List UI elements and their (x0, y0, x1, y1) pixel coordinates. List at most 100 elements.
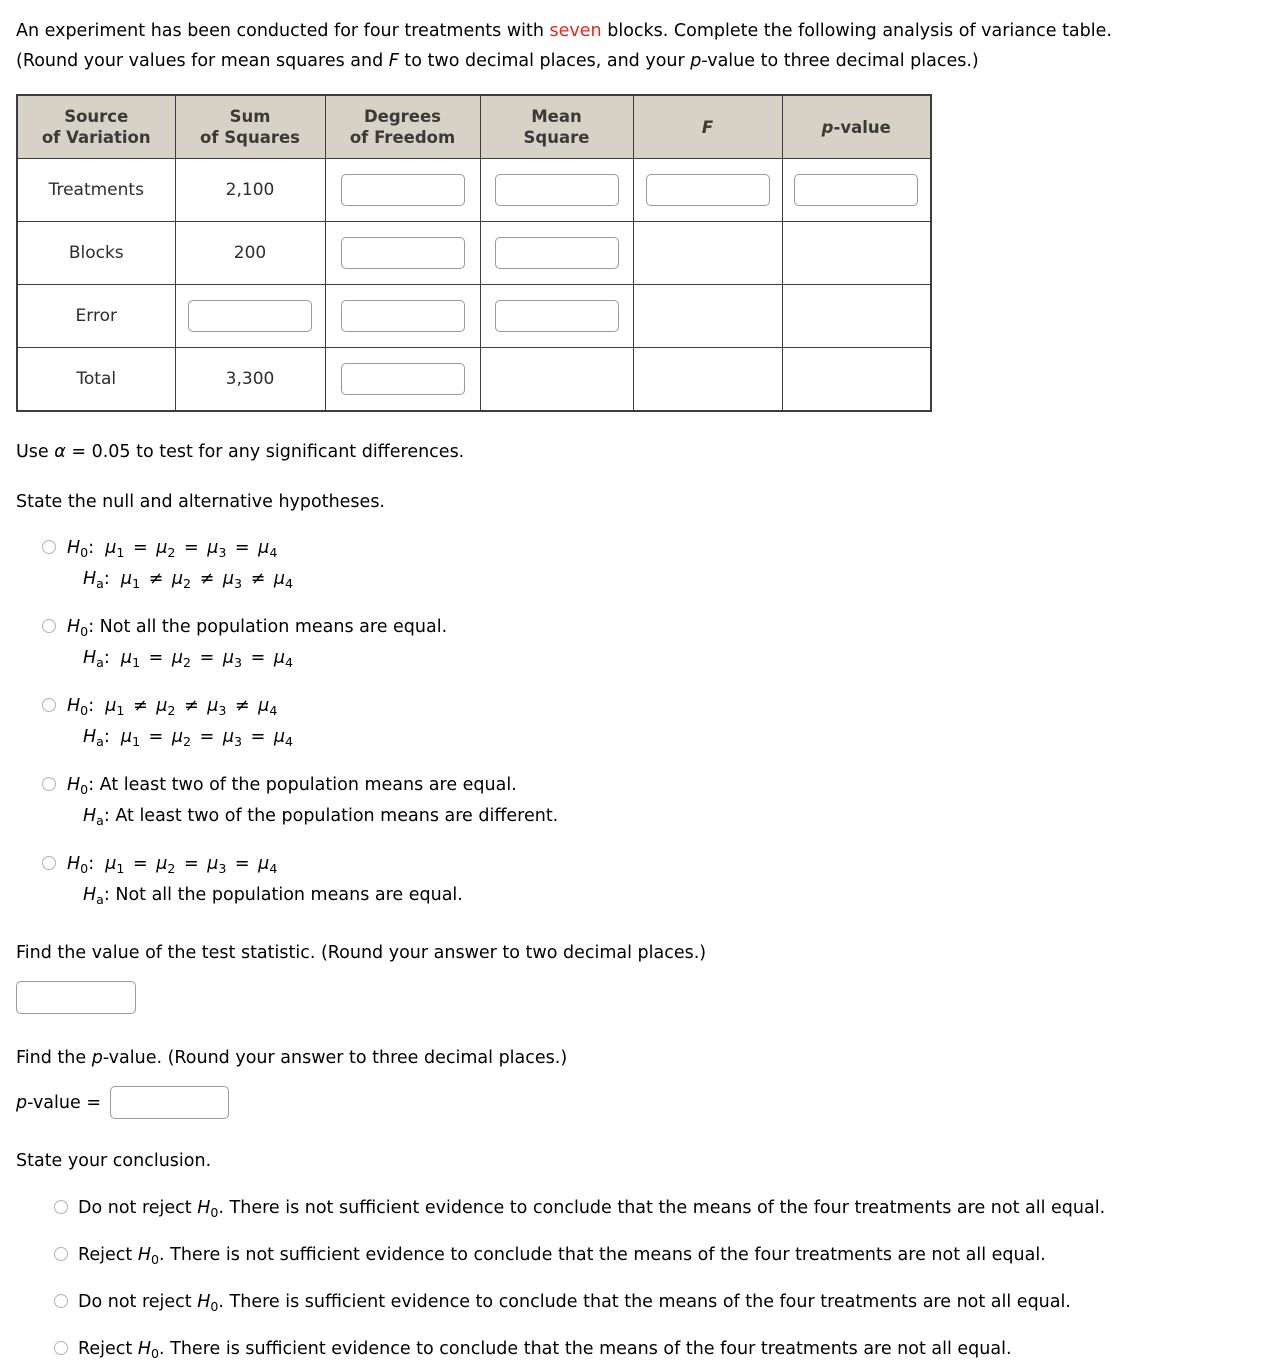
total-ms-cell (479, 347, 634, 412)
conclusion-label: State your conclusion. (16, 1151, 212, 1171)
blocks-df-input[interactable] (340, 237, 465, 269)
treatments-p-cell (781, 158, 932, 222)
ha-line: Ha: μ1 = μ2 = μ3 = μ4 (83, 727, 294, 750)
blocks-ms-cell (479, 221, 634, 285)
hypothesis-option-1[interactable]: H0: μ1 = μ2 = μ3 = μ4 Ha: μ1 ≠ μ2 ≠ μ3 ≠… (16, 533, 1266, 595)
table-row: Treatments 2,100 (16, 158, 932, 222)
column-header-ss-line1: Sum (229, 107, 271, 126)
column-header-ms-line2: Square (523, 128, 590, 147)
h0-line: H0: At least two of the population means… (67, 775, 517, 798)
alpha-instruction: Use α = 0.05 to test for any significant… (16, 438, 1266, 466)
error-sum-of-squares-input[interactable] (188, 300, 312, 332)
total-df-cell (324, 347, 481, 412)
p-value-input[interactable] (109, 1086, 229, 1119)
conclusion-option-2[interactable]: Reject H0. There is not sufficient evide… (16, 1242, 1266, 1269)
radio-button-icon[interactable] (42, 777, 56, 791)
blocks-p-cell (781, 221, 932, 285)
error-f-cell (632, 284, 783, 348)
intro-text-part2: blocks. Complete the following analysis … (601, 21, 1112, 41)
column-header-p-rest: -value (833, 117, 891, 137)
column-header-ss-line2: of Squares (200, 128, 300, 147)
radio-button-icon[interactable] (54, 1200, 68, 1214)
p-value-input-row: p-value = (16, 1086, 1266, 1119)
hypothesis-option-5-body: H0: μ1 = μ2 = μ3 = μ4 Ha: Not all the po… (67, 849, 463, 911)
total-f-cell (632, 347, 783, 412)
radio-button-icon[interactable] (42, 856, 56, 870)
column-header-ms-line1: Mean (531, 107, 582, 126)
treatments-f-cell (632, 158, 783, 222)
hypothesis-option-2[interactable]: H0: Not all the population means are equ… (16, 612, 1266, 674)
column-header-df-line1: Degrees (363, 107, 442, 126)
test-statistic-input[interactable] (16, 981, 136, 1014)
rounding-note-p-symbol: p (690, 51, 702, 71)
row-label-treatments: Treatments (16, 158, 176, 222)
rounding-note-c: -value to three decimal places.) (701, 51, 979, 71)
column-header-source: Source of Variation (16, 94, 176, 159)
p-value-prompt-symbol: p (91, 1048, 103, 1068)
radio-button-icon[interactable] (42, 619, 56, 633)
intro-text-part1: An experiment has been conducted for fou… (16, 21, 550, 41)
error-df-cell (324, 284, 481, 348)
h0-line: H0: μ1 = μ2 = μ3 = μ4 (67, 538, 278, 561)
test-statistic-prompt: Find the value of the test statistic. (R… (16, 943, 707, 963)
row-label-total: Total (16, 347, 176, 412)
radio-button-icon[interactable] (42, 540, 56, 554)
treatments-f-input[interactable] (645, 174, 770, 206)
p-value-label: p-value = (16, 1092, 101, 1113)
radio-button-icon[interactable] (54, 1247, 68, 1261)
treatments-p-value-input[interactable] (794, 174, 919, 206)
total-p-cell (781, 347, 932, 412)
column-header-mean-square: Mean Square (479, 94, 634, 159)
h0-line: H0: μ1 ≠ μ2 ≠ μ3 ≠ μ4 (67, 696, 278, 719)
hypothesis-option-4[interactable]: H0: At least two of the population means… (16, 770, 1266, 832)
column-header-source-line2: of Variation (41, 128, 151, 147)
anova-table: Source of Variation Sum of Squares Degre… (16, 94, 932, 412)
radio-button-icon[interactable] (42, 698, 56, 712)
hypothesis-option-4-body: H0: At least two of the population means… (67, 770, 558, 832)
column-header-sum-of-squares: Sum of Squares (174, 94, 326, 159)
table-header-row: Source of Variation Sum of Squares Degre… (16, 94, 932, 159)
ha-line: Ha: At least two of the population means… (83, 806, 559, 829)
blocks-f-cell (632, 221, 783, 285)
anova-table-container: Source of Variation Sum of Squares Degre… (16, 94, 1266, 412)
error-ss-cell (174, 284, 326, 348)
total-df-input[interactable] (340, 363, 465, 395)
total-sum-of-squares-value: 3,300 (174, 347, 326, 412)
p-value-prompt: Find the p-value. (Round your answer to … (16, 1044, 1266, 1072)
conclusion-option-4[interactable]: Reject H0. There is sufficient evidence … (16, 1336, 1266, 1363)
treatments-df-input[interactable] (340, 174, 465, 206)
conclusion-option-2-body: Reject H0. There is not sufficient evide… (78, 1245, 1046, 1268)
error-mean-square-input[interactable] (494, 300, 619, 332)
table-row: Total 3,300 (16, 347, 932, 412)
column-header-p-symbol: p (821, 117, 834, 137)
conclusion-option-1[interactable]: Do not reject H0. There is not sufficien… (16, 1195, 1266, 1222)
state-hypotheses-label: State the null and alternative hypothese… (16, 492, 385, 512)
table-row: Blocks 200 (16, 221, 932, 285)
hypothesis-option-5[interactable]: H0: μ1 = μ2 = μ3 = μ4 Ha: Not all the po… (16, 849, 1266, 911)
treatments-mean-square-input[interactable] (494, 174, 619, 206)
test-statistic-input-row (16, 981, 1266, 1014)
hypothesis-option-3-body: H0: μ1 ≠ μ2 ≠ μ3 ≠ μ4 Ha: μ1 = μ2 = μ3 =… (67, 691, 293, 753)
hypothesis-option-3[interactable]: H0: μ1 ≠ μ2 ≠ μ3 ≠ μ4 Ha: μ1 = μ2 = μ3 =… (16, 691, 1266, 753)
conclusion-option-3[interactable]: Do not reject H0. There is sufficient ev… (16, 1289, 1266, 1316)
p-value-prompt-a: Find the (16, 1048, 92, 1068)
radio-button-icon[interactable] (54, 1294, 68, 1308)
rounding-note-b: to two decimal places, and your (398, 51, 691, 71)
error-ms-cell (479, 284, 634, 348)
h0-line: H0: Not all the population means are equ… (67, 617, 448, 640)
column-header-df-line2: of Freedom (349, 128, 456, 147)
error-df-input[interactable] (340, 300, 465, 332)
hypothesis-option-2-body: H0: Not all the population means are equ… (67, 612, 447, 674)
question-page: An experiment has been conducted for fou… (0, 0, 1280, 1363)
alpha-pre-text: Use (16, 442, 55, 462)
blocks-sum-of-squares-value: 200 (174, 221, 326, 285)
error-p-cell (781, 284, 932, 348)
blocks-mean-square-input[interactable] (494, 237, 619, 269)
row-label-blocks: Blocks (16, 221, 176, 285)
alpha-symbol: α (54, 442, 66, 462)
conclusion-option-3-body: Do not reject H0. There is sufficient ev… (78, 1292, 1071, 1315)
h0-line: H0: μ1 = μ2 = μ3 = μ4 (67, 854, 278, 877)
radio-button-icon[interactable] (54, 1341, 68, 1355)
alpha-post-text: = 0.05 to test for any significant diffe… (65, 442, 465, 462)
row-label-error: Error (16, 284, 176, 348)
